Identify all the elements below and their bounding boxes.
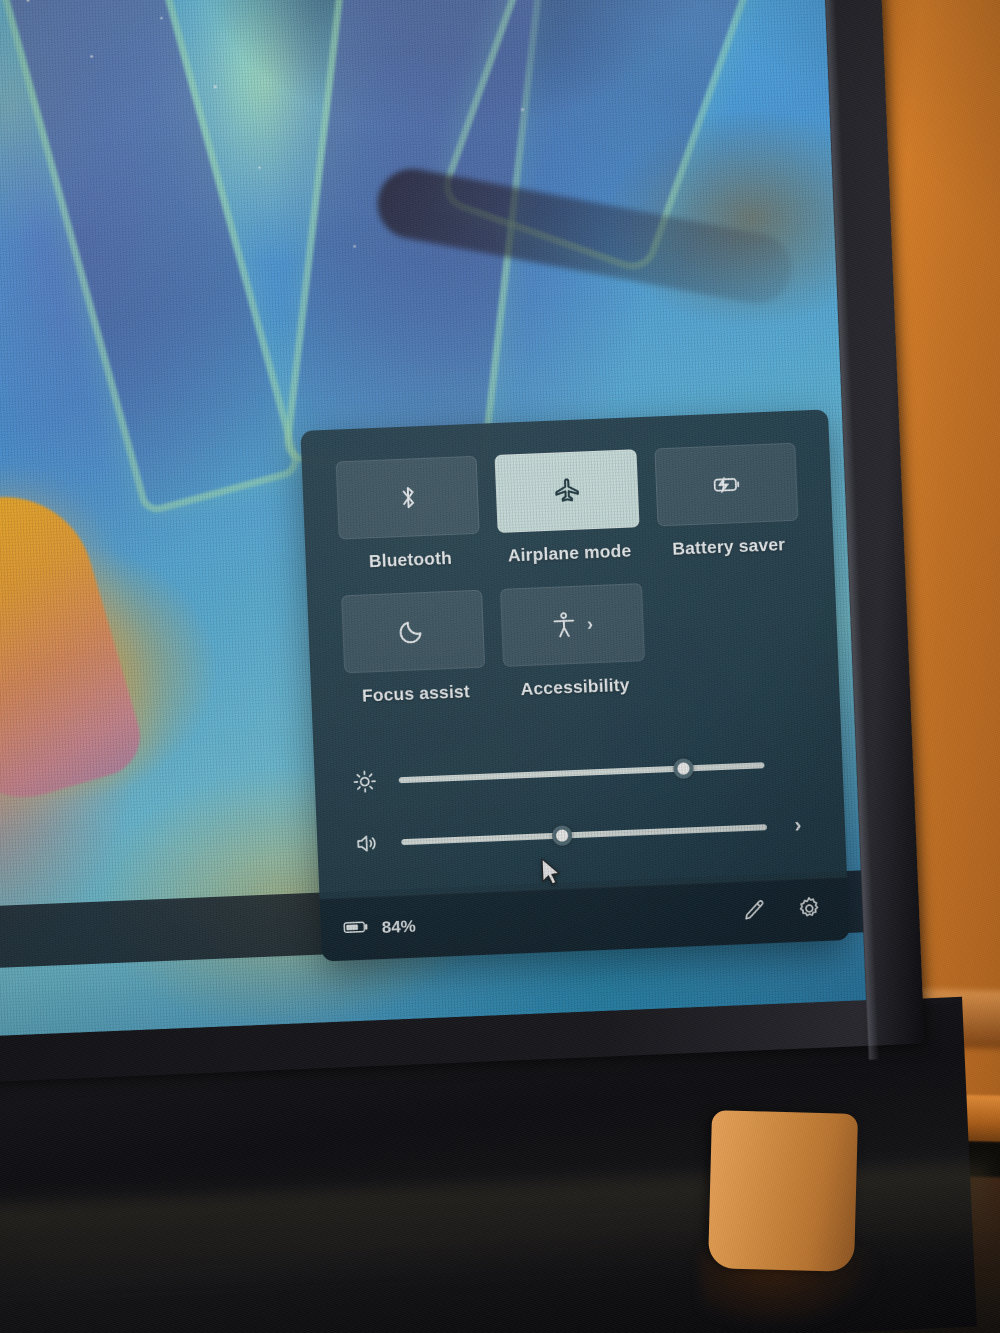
volume-icon: [351, 830, 384, 857]
airplane-icon: [551, 476, 582, 507]
quick-tile-bluetooth[interactable]: Bluetooth: [335, 455, 482, 574]
quick-settings-tiles-row-1: Bluetooth Airplane mode Battery saver: [335, 442, 800, 574]
brightness-row-spacer: [782, 763, 808, 764]
accessibility-button[interactable]: ›: [500, 583, 645, 667]
focus-assist-toggle-button[interactable]: [341, 589, 486, 674]
laptop-display: ^: [0, 0, 867, 1039]
quick-tile-label: Bluetooth: [368, 547, 453, 572]
quick-tile-focus-assist[interactable]: Focus assist: [341, 589, 487, 708]
battery-saver-toggle-button[interactable]: [654, 442, 799, 527]
moon-icon: [399, 616, 428, 647]
brightness-slider[interactable]: [398, 758, 765, 784]
battery-saver-icon: [708, 471, 745, 498]
quick-settings-footer-actions: [740, 894, 823, 928]
bluetooth-icon: [394, 482, 421, 513]
battery-percent-label: 84%: [381, 916, 417, 938]
quick-tile-accessibility[interactable]: › Accessibility: [500, 583, 646, 701]
airplane-mode-toggle-button[interactable]: [494, 449, 640, 533]
quick-tile-label: Airplane mode: [507, 540, 632, 566]
quick-tile-label: Focus assist: [361, 681, 471, 706]
chevron-right-icon[interactable]: ›: [587, 614, 594, 634]
battery-icon: [342, 917, 371, 941]
quick-settings-sliders: ›: [348, 732, 813, 875]
quick-settings-body: Bluetooth Airplane mode Battery saver Fo…: [300, 409, 846, 882]
quick-tile-airplane-mode[interactable]: Airplane mode: [494, 449, 641, 567]
battery-status[interactable]: 84%: [342, 915, 416, 941]
quick-tile-battery-saver[interactable]: Battery saver: [654, 442, 800, 561]
accessibility-person-icon: [551, 610, 577, 641]
volume-slider[interactable]: [401, 824, 768, 846]
quick-tile-empty-slot: [660, 577, 806, 695]
quick-settings-tiles-row-2: Focus assist › Accessibility: [341, 577, 805, 708]
brightness-icon: [348, 768, 381, 795]
volume-slider-thumb[interactable]: [551, 825, 573, 846]
quick-tile-label: Battery saver: [671, 534, 786, 559]
quick-tile-label: Accessibility: [520, 674, 630, 700]
bluetooth-toggle-button[interactable]: [335, 455, 481, 540]
quick-settings-panel: Bluetooth Airplane mode Battery saver Fo…: [300, 409, 850, 962]
brightness-slider-thumb[interactable]: [673, 758, 695, 779]
photo-scene: ^: [0, 0, 1000, 1333]
gear-settings-icon[interactable]: [796, 894, 823, 926]
laptop-hinge-foot: [707, 1110, 859, 1272]
pencil-edit-icon[interactable]: [740, 897, 767, 929]
volume-output-chevron-icon[interactable]: ›: [784, 813, 811, 838]
